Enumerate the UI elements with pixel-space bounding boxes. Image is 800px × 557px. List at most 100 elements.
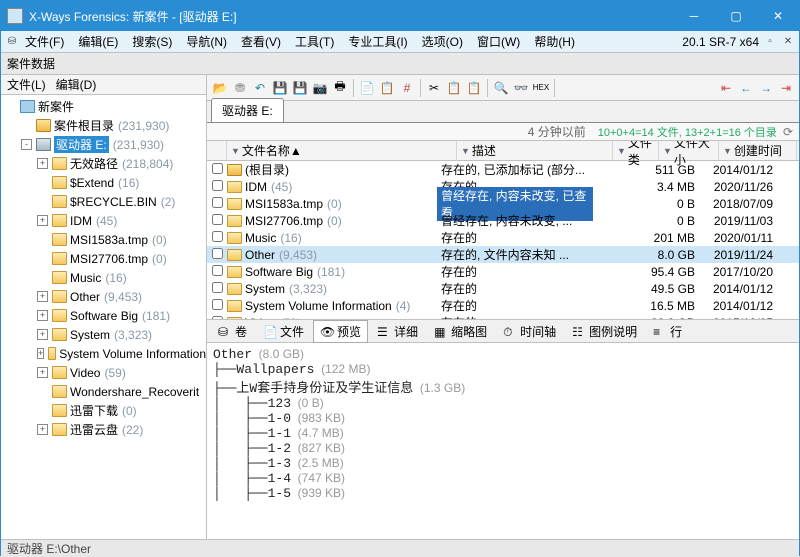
tree-item[interactable]: -驱动器 E:(231,930) [1,135,206,154]
minimize-button[interactable]: ─ [673,2,715,30]
tree-item[interactable]: MSI1583a.tmp(0) [1,230,206,249]
tree-item[interactable]: MSI27706.tmp(0) [1,249,206,268]
checkbox[interactable] [207,231,227,245]
preview-pane[interactable]: Other (8.0 GB) ├──Wallpapers (122 MB) ├─… [207,343,799,539]
filter-icon[interactable]: ▼ [723,146,732,156]
checkbox[interactable] [207,163,227,177]
tree-item[interactable]: $Extend(16) [1,173,206,192]
tree-item[interactable]: Music(16) [1,268,206,287]
view-tab-卷[interactable]: ⛁卷 [211,320,254,343]
camera-icon[interactable]: 📷 [311,79,329,97]
table-row[interactable]: (根目录)存在的, 已添加标记 (部分...511 GB2014/01/12 [207,161,799,178]
menu-帮助[interactable]: 帮助(H) [528,31,581,52]
column-header[interactable] [207,141,227,160]
menu-选项[interactable]: 选项(O) [416,31,469,52]
tab-drive[interactable]: 驱动器 E: [211,98,284,122]
left-menu-item[interactable]: 编辑(D) [56,76,97,93]
cut-icon[interactable]: ✂ [425,79,443,97]
file-icon[interactable]: 📄 [358,79,376,97]
column-header[interactable]: ▼文件类 [613,141,659,160]
tree-item[interactable]: +Video(59) [1,363,206,382]
checkbox[interactable] [207,180,227,194]
hash-icon[interactable]: # [398,79,416,97]
checkbox[interactable] [207,265,227,279]
expand-icon[interactable]: + [37,158,48,169]
tree-item[interactable]: 迅雷下载(0) [1,401,206,420]
mdi-close-icon[interactable]: ✕ [781,35,795,49]
tree-item[interactable]: +无效路径(218,804) [1,154,206,173]
tree-item[interactable]: +Other(9,453) [1,287,206,306]
checkbox[interactable] [207,248,227,262]
file-list[interactable]: ▼文件名称▲▼描述▼文件类▼文件大小▼创建时间 (根目录)存在的, 已添加标记 … [207,141,799,319]
view-tab-缩略图[interactable]: ▦缩略图 [427,320,494,343]
filter-icon[interactable]: ▼ [663,146,672,156]
expand-icon[interactable]: + [37,367,48,378]
column-header[interactable]: ▼创建时间 [719,141,797,160]
nav-back-icon[interactable]: ← [737,79,755,97]
tree-item[interactable]: Wondershare_Recoverit [1,382,206,401]
table-row[interactable]: System Volume Information(4)存在的16.5 MB20… [207,297,799,314]
expand-icon[interactable]: + [37,310,48,321]
view-tab-文件[interactable]: 📄文件 [256,320,311,343]
menu-工具[interactable]: 工具(T) [289,31,340,52]
tree-item[interactable]: +迅雷云盘(22) [1,420,206,439]
view-tab-图例说明[interactable]: ☷图例说明 [565,320,644,343]
disk-icon[interactable]: ⛃ [231,79,249,97]
column-header[interactable]: ▼文件名称▲ [227,141,457,160]
menu-窗口[interactable]: 窗口(W) [471,31,526,52]
tree-item[interactable]: 案件根目录(231,930) [1,116,206,135]
goto-start-icon[interactable]: ⇤ [717,79,735,97]
expand-icon[interactable]: - [21,139,32,150]
table-row[interactable]: Other(9,453)存在的, 文件内容未知 ...8.0 GB2019/11… [207,246,799,263]
back-arrow-icon[interactable]: ↶ [251,79,269,97]
view-tab-行[interactable]: ≡行 [646,320,689,343]
view-tab-详细[interactable]: ☰详细 [370,320,425,343]
filter-icon[interactable]: ▼ [617,146,626,156]
tree-item[interactable]: +IDM(45) [1,211,206,230]
maximize-button[interactable]: ▢ [715,2,757,30]
search-icon[interactable]: 🔍 [492,79,510,97]
expand-icon[interactable]: + [37,348,44,359]
paste-icon[interactable]: 📋 [465,79,483,97]
view-tab-预览[interactable]: 👁预览 [313,320,368,343]
checkbox[interactable] [207,197,227,211]
column-header[interactable]: ▼描述 [457,141,613,160]
checkbox[interactable] [207,214,227,228]
close-button[interactable]: ✕ [757,2,799,30]
menu-专业工具[interactable]: 专业工具(I) [342,31,413,52]
nav-fwd-icon[interactable]: → [757,79,775,97]
menu-查看[interactable]: 查看(V) [235,31,287,52]
menu-文件[interactable]: 文件(F) [19,31,70,52]
save-copy-icon[interactable]: 💾 [291,79,309,97]
tree-item[interactable]: $RECYCLE.BIN(2) [1,192,206,211]
expand-icon[interactable]: + [37,291,48,302]
table-row[interactable]: Music(16)存在的201 MB2020/01/11 [207,229,799,246]
table-row[interactable]: System(3,323)存在的49.5 GB2014/01/12 [207,280,799,297]
tree-item[interactable]: +Software Big(181) [1,306,206,325]
find-hex-icon[interactable]: HEX [532,79,550,97]
left-menu-item[interactable]: 文件(L) [7,76,46,93]
menu-搜索[interactable]: 搜索(S) [126,31,178,52]
filter-icon[interactable]: ▼ [461,146,470,156]
save-icon[interactable]: 💾 [271,79,289,97]
tree-item[interactable]: +System(3,323) [1,325,206,344]
view-tab-时间轴[interactable]: ⏱时间轴 [496,320,563,343]
expand-icon[interactable]: + [37,329,48,340]
filter-icon[interactable]: ▼ [231,146,240,156]
menu-导航[interactable]: 导航(N) [180,31,233,52]
refresh-icon[interactable]: ⟳ [783,125,793,139]
open-icon[interactable]: 📂 [211,79,229,97]
column-header[interactable]: ▼文件大小 [659,141,719,160]
checkbox[interactable] [207,299,227,313]
checkbox[interactable] [207,282,227,296]
mdi-restore-icon[interactable]: ▫ [763,35,777,49]
expand-icon[interactable]: + [37,215,48,226]
expand-icon[interactable]: + [37,424,48,435]
goto-end-icon[interactable]: ⇥ [777,79,795,97]
print-icon[interactable]: 🖶 [331,79,349,97]
table-row[interactable]: MSI27706.tmp(0)曾经存在, 内容未改变, ...0 B2019/1… [207,212,799,229]
table-row[interactable]: Software Big(181)存在的95.4 GB2017/10/20 [207,263,799,280]
case-tree[interactable]: 新案件案件根目录(231,930)-驱动器 E:(231,930)+无效路径(2… [1,95,206,539]
tree-item[interactable]: 新案件 [1,97,206,116]
tree-item[interactable]: +System Volume Information [1,344,206,363]
